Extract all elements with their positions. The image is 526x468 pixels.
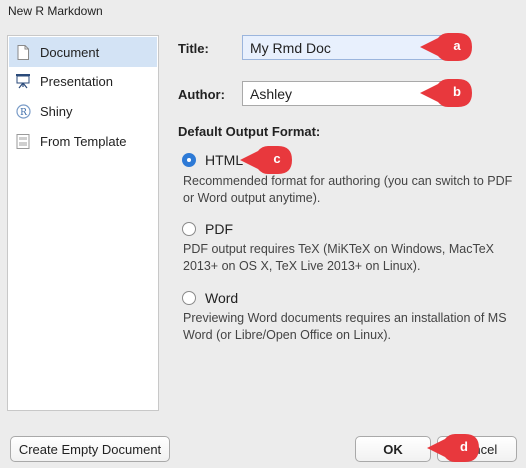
format-option-pdf[interactable]: PDF (182, 221, 233, 237)
shiny-icon: R (15, 102, 31, 120)
format-option-html[interactable]: HTML (182, 152, 243, 168)
annotation-letter: a (453, 38, 461, 53)
template-icon (15, 132, 31, 150)
template-type-list: Document Presentation R Shiny From Templ… (7, 35, 159, 411)
html-radio[interactable] (182, 153, 196, 167)
title-label: Title: (178, 41, 209, 56)
format-option-word[interactable]: Word (182, 290, 238, 306)
annotation-marker-c: c (240, 146, 296, 174)
svg-text:R: R (20, 108, 27, 118)
annotation-marker-d: d (427, 434, 483, 462)
sidebar-item-presentation[interactable]: Presentation (9, 66, 157, 96)
document-icon (15, 43, 31, 61)
html-description: Recommended format for authoring (you ca… (183, 174, 513, 205)
pdf-radio[interactable] (182, 222, 196, 236)
sidebar-item-label: Shiny (40, 103, 73, 119)
annotation-marker-b: b (420, 79, 476, 107)
author-input[interactable] (242, 81, 444, 106)
title-input[interactable] (242, 35, 444, 60)
annotation-letter: c (273, 151, 281, 166)
pdf-description: PDF output requires TeX (MiKTeX on Windo… (183, 242, 495, 273)
sidebar-item-document[interactable]: Document (9, 37, 157, 67)
word-radio-label[interactable]: Word (205, 290, 238, 306)
annotation-letter: d (460, 439, 468, 454)
annotation-letter: b (453, 84, 461, 99)
sidebar-item-from-template[interactable]: From Template (9, 126, 157, 156)
create-empty-document-button[interactable]: Create Empty Document (10, 436, 170, 462)
sidebar-item-label: Document (40, 44, 100, 60)
sidebar-item-label: From Template (40, 133, 127, 149)
annotation-marker-a: a (420, 33, 476, 61)
word-radio[interactable] (182, 291, 196, 305)
output-format-heading: Default Output Format: (178, 124, 321, 139)
word-description: Previewing Word documents requires an in… (183, 311, 507, 342)
author-label: Author: (178, 87, 225, 102)
pdf-radio-label[interactable]: PDF (205, 221, 233, 237)
sidebar-item-label: Presentation (40, 73, 113, 89)
presentation-icon (15, 72, 31, 90)
ok-button[interactable]: OK (355, 436, 431, 462)
window-title: New R Markdown (0, 0, 526, 22)
sidebar-item-shiny[interactable]: R Shiny (9, 96, 157, 126)
html-radio-label[interactable]: HTML (205, 152, 243, 168)
